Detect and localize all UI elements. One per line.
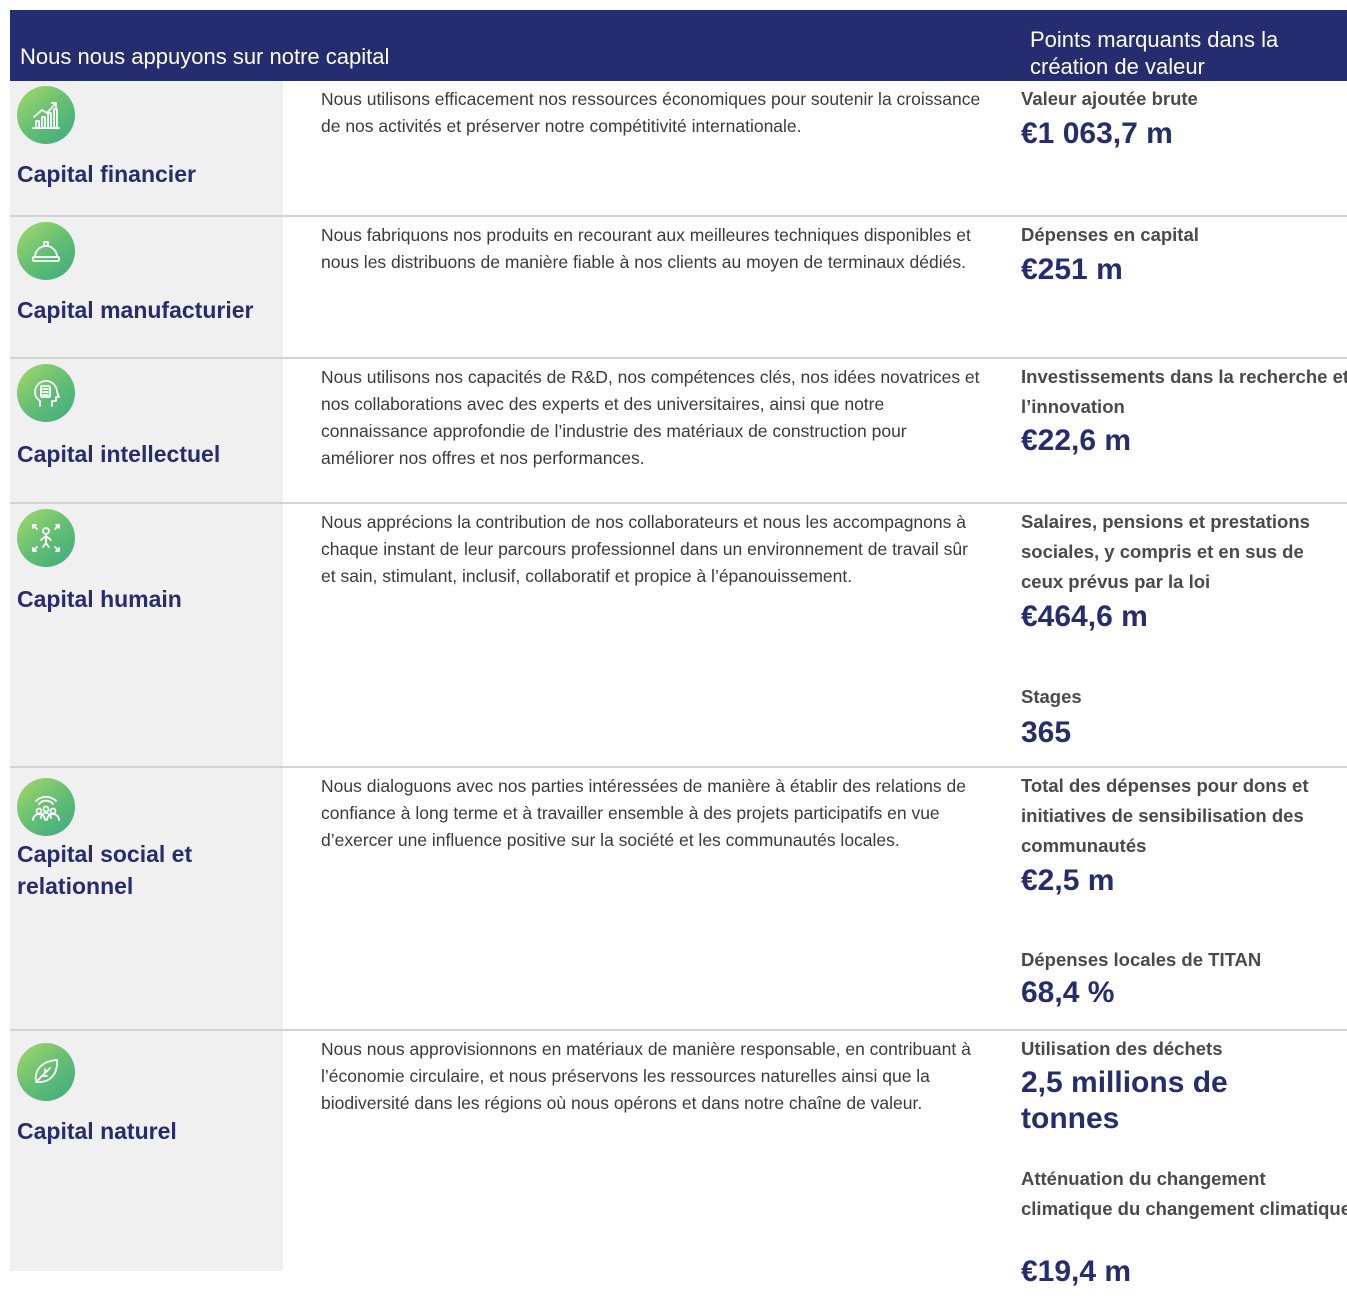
- capital-description: Nous nous approvisionnons en matériaux d…: [321, 1039, 971, 1113]
- capital-name: Capital social et relationnel: [17, 841, 193, 899]
- highlight-value: 68,4 %: [1021, 976, 1115, 1009]
- capital-name: Capital naturel: [17, 1118, 177, 1144]
- capital-description: Nous utilisons efficacement nos ressourc…: [321, 89, 981, 136]
- capital-description: Nous dialoguons avec nos parties intéres…: [321, 776, 966, 850]
- capital-row-financier: Capital financier Nous utilisons efficac…: [10, 81, 1347, 217]
- capital-name: Capital humain: [17, 586, 182, 612]
- growth-chart-icon: [17, 86, 75, 144]
- capital-row-naturel: Capital naturel Nous nous approvisionnon…: [10, 1031, 1347, 1288]
- capital-row-manufacturier: Capital manufacturier Nous fabriquons no…: [10, 217, 1347, 359]
- highlight-value: €1 063,7 m: [1021, 117, 1173, 150]
- capital-name: Capital manufacturier: [17, 297, 254, 323]
- capital-row-intellectuel: Capital intellectuel Nous utilisons nos …: [10, 359, 1347, 504]
- capital-table: Capital financier Nous utilisons efficac…: [10, 81, 1347, 1288]
- capital-name: Capital intellectuel: [17, 441, 221, 467]
- capital-description: Nous utilisons nos capacités de R&D, nos…: [321, 367, 980, 468]
- highlight-label: Dépenses locales de TITAN: [1021, 949, 1262, 970]
- highlight-value: €22,6 m: [1021, 424, 1132, 457]
- highlight-value: 2,5 millions de tonnes: [1021, 1066, 1228, 1135]
- capital-description: Nous fabriquons nos produits en recouran…: [321, 225, 971, 272]
- table-header: Nous nous appuyons sur notre capital Poi…: [10, 10, 1347, 81]
- capital-row-social: Capital social et relationnel Nous dialo…: [10, 768, 1347, 1031]
- highlight-value: €2,5 m: [1021, 864, 1115, 897]
- capital-description: Nous apprécions la contribution de nos c…: [321, 512, 968, 586]
- highlight-label: Total des dépenses pour dons et initiati…: [1021, 775, 1309, 856]
- highlight-value: €464,6 m: [1021, 600, 1148, 633]
- highlight-label: Valeur ajoutée brute: [1021, 88, 1198, 109]
- highlight-label: Investissements dans la recherche et l’i…: [1021, 366, 1347, 417]
- head-idea-icon: [17, 364, 75, 422]
- highlight-label: Utilisation des déchets: [1021, 1038, 1223, 1059]
- person-expand-icon: [17, 509, 75, 567]
- highlight-label: Salaires, pensions et prestations social…: [1021, 511, 1310, 592]
- highlight-label: Atténuation du changement climatique du …: [1021, 1168, 1347, 1219]
- hard-hat-icon: [17, 222, 75, 280]
- highlight-label: Stages: [1021, 686, 1082, 707]
- highlight-value: €19,4 m: [1021, 1255, 1132, 1288]
- leaf-icon: [17, 1043, 75, 1101]
- header-right-title: Points marquants dans la création de val…: [1030, 27, 1279, 79]
- community-signal-icon: [17, 778, 75, 836]
- capital-row-humain: Capital humain Nous apprécions la contri…: [10, 504, 1347, 768]
- highlight-value: 365: [1021, 716, 1072, 749]
- highlight-label: Dépenses en capital: [1021, 224, 1199, 245]
- capital-name: Capital financier: [17, 161, 196, 187]
- highlight-value: €251 m: [1021, 253, 1123, 286]
- header-left-title: Nous nous appuyons sur notre capital: [20, 44, 390, 69]
